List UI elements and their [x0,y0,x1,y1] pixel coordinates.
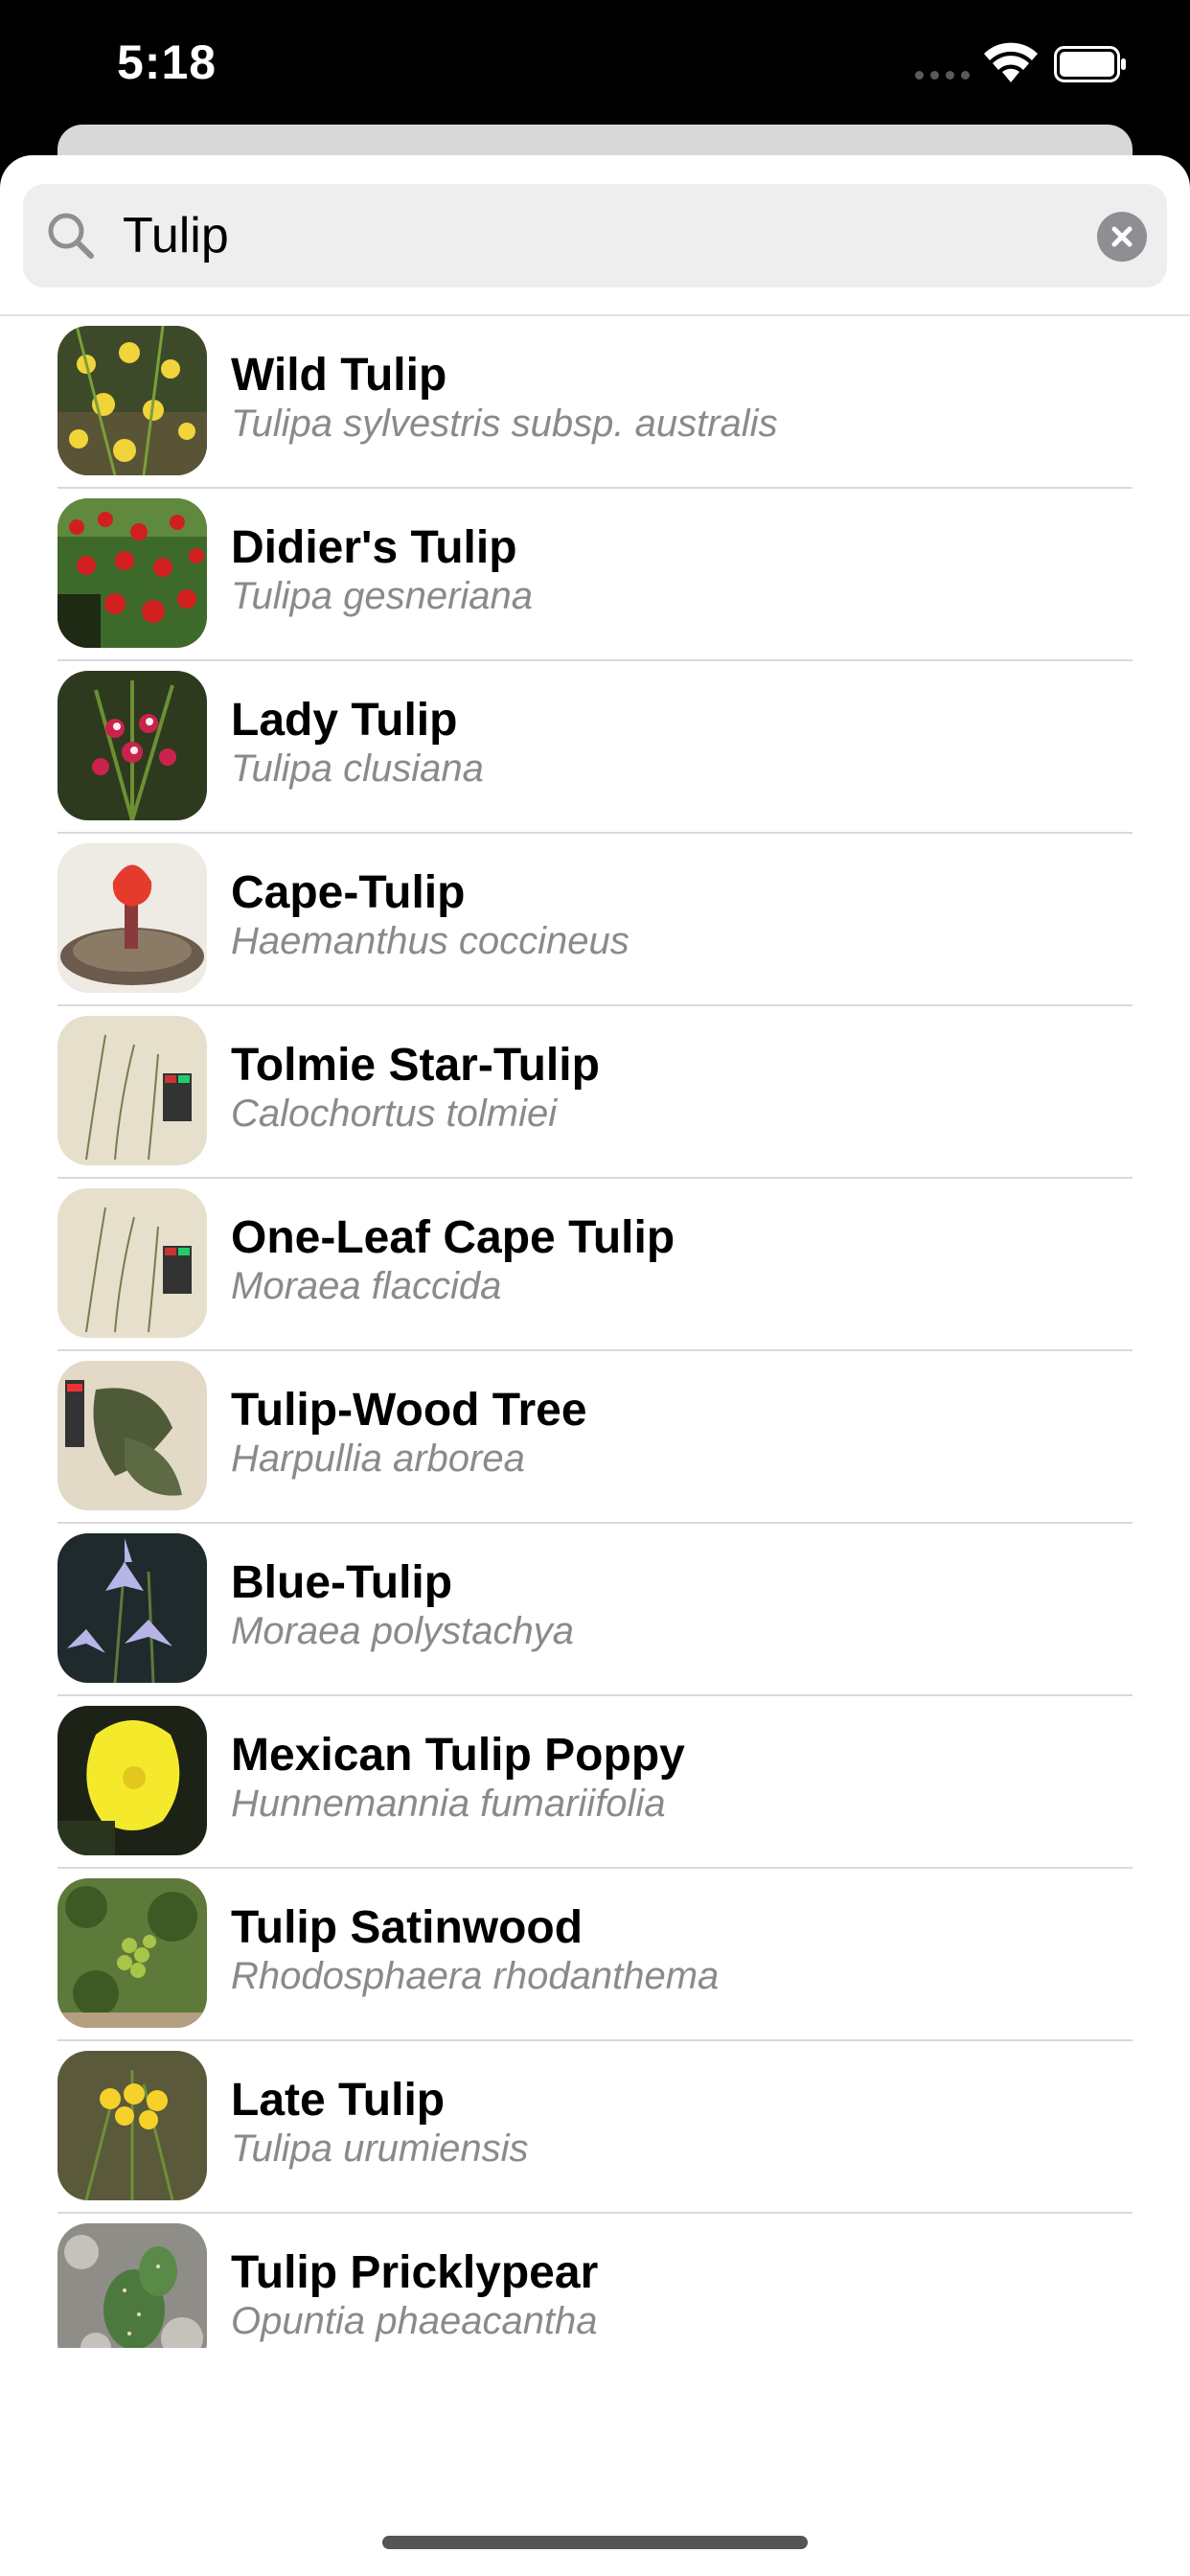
home-indicator[interactable] [382,2536,808,2549]
common-name: Didier's Tulip [231,522,517,573]
common-name: Tolmie Star-Tulip [231,1040,600,1091]
scientific-name: Opuntia phaeacantha [231,2300,598,2342]
result-row[interactable]: Tulip-Wood Tree Harpullia arborea [0,1351,1190,1524]
scientific-name: Calochortus tolmiei [231,1092,558,1135]
search-bar[interactable] [23,184,1167,288]
result-row[interactable]: Wild Tulip Tulipa sylvestris subsp. aust… [0,316,1190,489]
scientific-name: Rhodosphaera rhodanthema [231,1955,720,1997]
common-name: Mexican Tulip Poppy [231,1730,685,1781]
plant-photo [57,326,207,475]
result-row[interactable]: Tolmie Star-Tulip Calochortus tolmiei [0,1006,1190,1179]
plant-photo [57,1188,207,1338]
scientific-name: Harpullia arborea [231,1438,525,1480]
scientific-name: Tulipa gesneriana [231,575,534,617]
common-name: Lady Tulip [231,695,458,746]
common-name: Late Tulip [231,2075,446,2126]
plant-photo [57,2223,207,2348]
result-row[interactable]: Lady Tulip Tulipa clusiana [0,661,1190,834]
result-row[interactable]: Tulip Pricklypear Opuntia phaeacantha [0,2214,1190,2348]
result-row[interactable]: Mexican Tulip Poppy Hunnemannia fumariif… [0,1696,1190,1869]
status-bar: 5:18 [0,0,1190,125]
common-name: Cape-Tulip [231,867,466,918]
scientific-name: Tulipa sylvestris subsp. australis [231,402,778,445]
scientific-name: Tulipa clusiana [231,748,484,790]
common-name: Tulip Satinwood [231,1902,584,1953]
plant-photo [57,1016,207,1165]
result-row[interactable]: Blue-Tulip Moraea polystachya [0,1524,1190,1696]
result-row[interactable]: Cape-Tulip Haemanthus coccineus [0,834,1190,1006]
status-time: 5:18 [117,35,217,89]
battery-icon [1054,46,1126,82]
scientific-name: Moraea polystachya [231,1610,574,1652]
plant-photo [57,1533,207,1683]
plant-photo [57,1878,207,2028]
common-name: Blue-Tulip [231,1557,453,1608]
plant-photo [57,1706,207,1855]
plant-photo [57,843,207,993]
plant-photo [57,2051,207,2200]
common-name: Tulip Pricklypear [231,2247,599,2298]
search-input[interactable] [111,197,1092,274]
scientific-name: Hunnemannia fumariifolia [231,1782,666,1825]
wifi-icon [984,42,1038,82]
plant-photo [57,1361,207,1510]
clear-search-button[interactable] [1097,212,1147,262]
plant-photo [57,671,207,820]
scientific-name: Haemanthus coccineus [231,920,629,962]
results-list: Wild Tulip Tulipa sylvestris subsp. aust… [0,316,1190,2348]
cellular-signal-icon [915,71,970,80]
result-row[interactable]: Late Tulip Tulipa urumiensis [0,2041,1190,2214]
plant-photo [57,498,207,648]
search-icon [48,213,94,259]
close-icon [1111,226,1133,247]
result-row[interactable]: Tulip Satinwood Rhodosphaera rhodanthema [0,1869,1190,2041]
scientific-name: Tulipa urumiensis [231,2128,529,2170]
scientific-name: Moraea flaccida [231,1265,502,1307]
result-row[interactable]: Didier's Tulip Tulipa gesneriana [0,489,1190,661]
common-name: One-Leaf Cape Tulip [231,1212,675,1263]
common-name: Tulip-Wood Tree [231,1385,587,1436]
common-name: Wild Tulip [231,350,447,401]
search-sheet: Wild Tulip Tulipa sylvestris subsp. aust… [0,155,1190,2576]
result-row[interactable]: One-Leaf Cape Tulip Moraea flaccida [0,1179,1190,1351]
